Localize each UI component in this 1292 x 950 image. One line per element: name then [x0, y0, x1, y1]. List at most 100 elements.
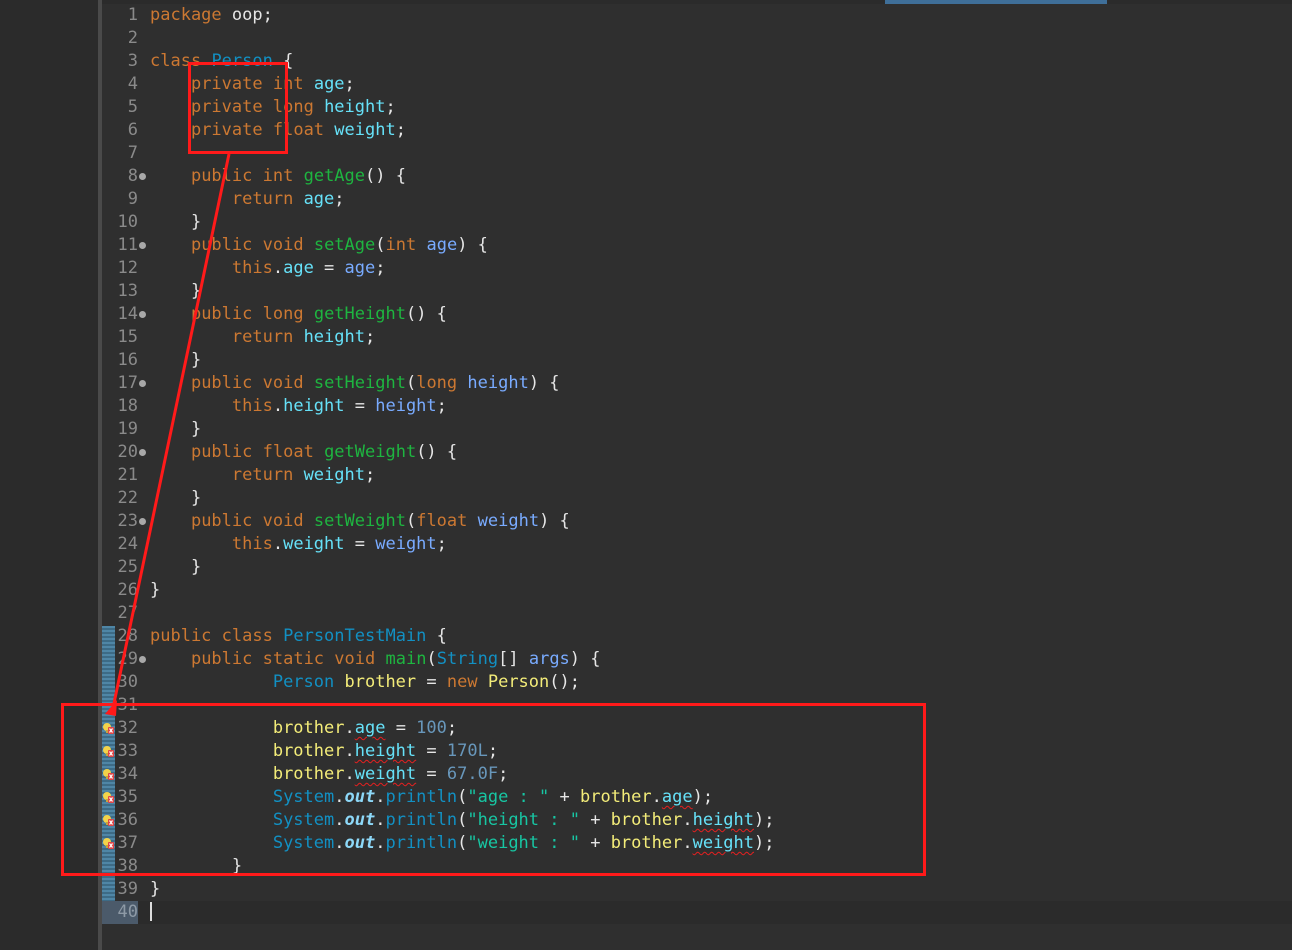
code-line[interactable]: 30 Person brother = new Person();: [102, 671, 1292, 694]
code-line[interactable]: 21 return weight;: [102, 464, 1292, 487]
code-token: float: [262, 442, 314, 462]
code-text: public float getWeight() {: [150, 441, 457, 464]
code-token: ;: [364, 327, 376, 347]
code-token: ();: [549, 672, 580, 692]
code-token: weight: [303, 465, 365, 485]
code-line[interactable]: 27: [102, 602, 1292, 625]
code-line[interactable]: 39}: [102, 878, 1292, 901]
code-token: this: [231, 396, 273, 416]
code-line[interactable]: 15 return height;: [102, 326, 1292, 349]
code-token: ;: [385, 97, 396, 117]
line-number: 1: [127, 5, 138, 25]
line-number: 3: [127, 51, 138, 71]
code-token: }: [150, 350, 202, 370]
code-token: int: [385, 235, 417, 255]
line-number: 11: [117, 235, 138, 255]
code-line[interactable]: 22 }: [102, 487, 1292, 510]
line-number: 10: [117, 212, 138, 232]
line-number: 7: [127, 143, 138, 163]
code-token: return: [231, 327, 294, 347]
collapse-circle-icon[interactable]: [139, 656, 146, 663]
line-number: 26: [117, 580, 138, 600]
code-line[interactable]: 14 public long getHeight() {: [102, 303, 1292, 326]
code-line[interactable]: 19 }: [102, 418, 1292, 441]
collapse-circle-icon[interactable]: [139, 173, 146, 180]
code-text: public static void main(String[] args) {: [150, 648, 601, 671]
code-line[interactable]: 20 public float getWeight() {: [102, 441, 1292, 464]
code-line[interactable]: 11 public void setAge(int age) {: [102, 234, 1292, 257]
code-token: class: [221, 626, 273, 646]
code-token: (: [405, 511, 417, 531]
code-line[interactable]: 1 package oop;: [102, 4, 1292, 27]
code-token: return: [231, 465, 294, 485]
collapse-circle-icon[interactable]: [139, 449, 146, 456]
code-token: weight: [283, 534, 345, 554]
text-cursor: [150, 902, 152, 921]
line-number: 28: [117, 626, 138, 646]
code-token: .: [272, 396, 284, 416]
code-line[interactable]: 28 public class PersonTestMain {: [102, 625, 1292, 648]
code-line[interactable]: 12 this.age = age;: [102, 257, 1292, 280]
code-token: setHeight: [313, 373, 406, 393]
code-token: float: [416, 511, 468, 531]
code-token: .: [272, 534, 284, 554]
code-token: public: [190, 304, 253, 324]
code-text: this.weight = weight;: [150, 533, 447, 556]
code-token: (: [375, 235, 386, 255]
code-line[interactable]: 25 }: [102, 556, 1292, 579]
code-token: void: [262, 511, 304, 531]
code-line[interactable]: 9 return age;: [102, 188, 1292, 211]
code-text: Person brother = new Person();: [150, 671, 580, 694]
line-number: 21: [117, 465, 138, 485]
code-line[interactable]: 40: [102, 901, 1292, 924]
code-token: () {: [416, 442, 458, 462]
code-token: age: [283, 258, 314, 278]
code-token: long: [416, 373, 458, 393]
code-token: age: [313, 74, 345, 94]
code-token: Person: [487, 672, 550, 692]
collapse-circle-icon[interactable]: [139, 380, 146, 387]
code-token: height: [467, 373, 529, 393]
code-token: () {: [405, 304, 447, 324]
collapse-circle-icon[interactable]: [139, 311, 146, 318]
code-token: ;: [436, 396, 447, 416]
code-line[interactable]: 13 }: [102, 280, 1292, 303]
code-line[interactable]: 24 this.weight = weight;: [102, 533, 1292, 556]
code-text: }: [150, 487, 201, 510]
collapse-circle-icon[interactable]: [139, 242, 146, 249]
code-token: public: [190, 511, 253, 531]
line-number: 2: [127, 28, 138, 48]
code-line[interactable]: 8 public int getAge() {: [102, 165, 1292, 188]
code-line[interactable]: 29 public static void main(String[] args…: [102, 648, 1292, 671]
code-line[interactable]: 10 }: [102, 211, 1292, 234]
code-line[interactable]: 26}: [102, 579, 1292, 602]
code-text: }: [150, 349, 201, 372]
code-token: long: [262, 304, 304, 324]
code-line[interactable]: 16 }: [102, 349, 1292, 372]
code-line[interactable]: 18 this.height = height;: [102, 395, 1292, 418]
code-line[interactable]: 2: [102, 27, 1292, 50]
code-token: brother: [344, 672, 417, 692]
code-line[interactable]: 17 public void setHeight(long height) {: [102, 372, 1292, 395]
code-token: oop;: [221, 5, 273, 25]
code-token: ) {: [569, 649, 601, 669]
code-token: args: [528, 649, 570, 669]
code-token: }: [150, 281, 202, 301]
code-token: }: [150, 419, 202, 439]
collapse-circle-icon[interactable]: [139, 518, 146, 525]
code-line[interactable]: 23 public void setWeight(float weight) {: [102, 510, 1292, 533]
line-number: 16: [117, 350, 138, 370]
